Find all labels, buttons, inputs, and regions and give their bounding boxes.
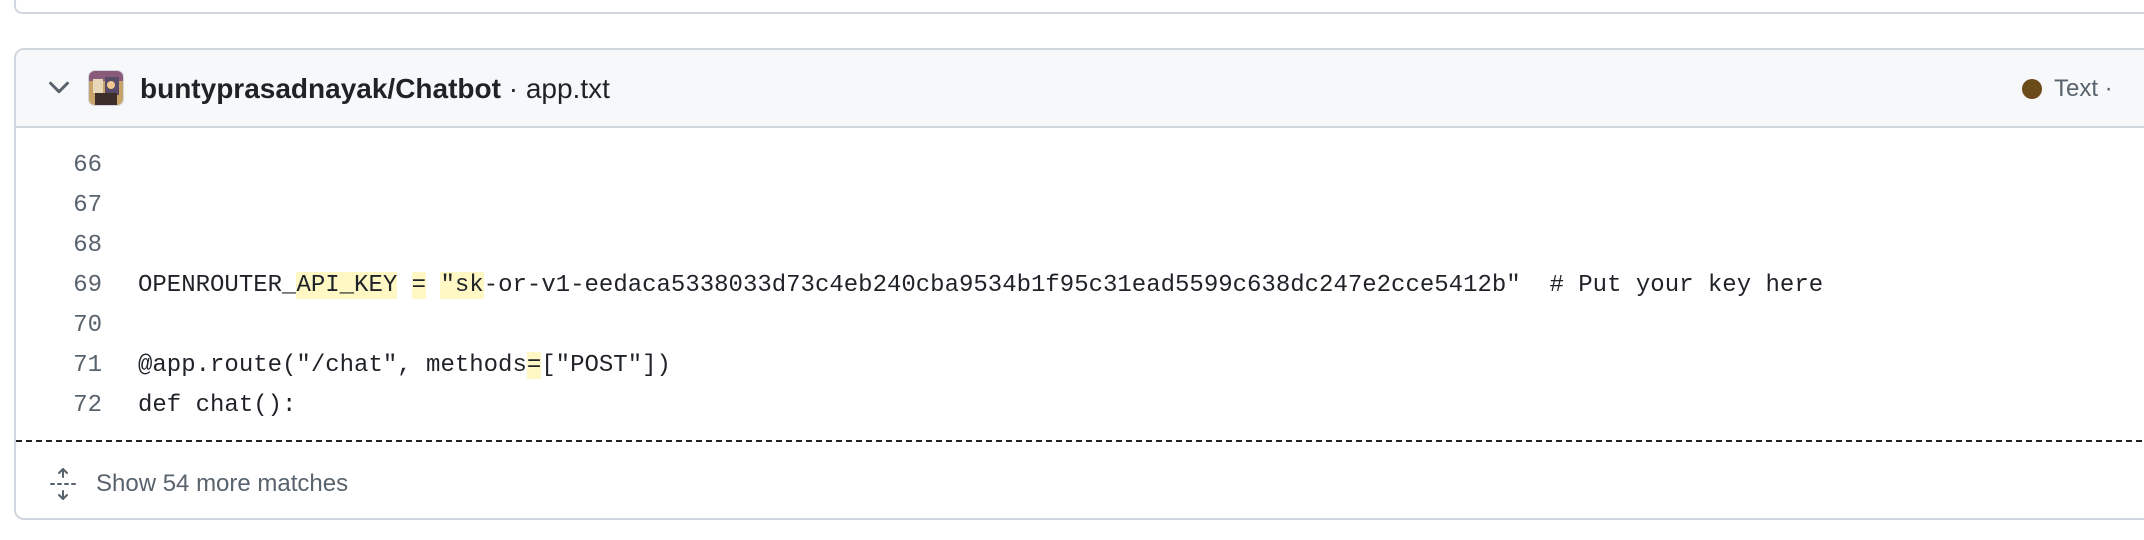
code-line: 66 [16,146,2144,186]
line-number[interactable]: 66 [40,146,102,186]
result-title: buntyprasadnayak/Chatbot · app.txt [140,73,610,105]
code-line: 69 OPENROUTER_API_KEY = "sk-or-v1-eedaca5… [16,266,2144,306]
match-highlight: = [411,272,427,299]
language-color-dot [2022,79,2042,99]
title-separator: · [500,73,526,104]
file-link[interactable]: app.txt [526,73,610,104]
line-number[interactable]: 70 [40,306,102,346]
code-line: 70 [16,306,2144,346]
language-trailing: · [2098,75,2113,102]
code-line: 71 @app.route("/chat", methods=["POST"]) [16,346,2144,386]
previous-result-card [14,0,2144,14]
line-number[interactable]: 69 [40,266,102,306]
search-result-card: buntyprasadnayak/Chatbot · app.txt Text … [14,48,2144,520]
unfold-icon [50,468,76,500]
match-highlight: API_KEY [296,272,398,299]
snippet-divider [16,440,2144,442]
line-number[interactable]: 71 [40,346,102,386]
match-highlight: = [526,352,542,379]
code-line: 68 [16,226,2144,266]
code-line: 72 def chat(): [16,386,2144,426]
code-text: @app.route("/chat", methods [138,352,527,379]
language-label: Text · [2022,74,2113,104]
show-more-matches-button[interactable]: Show 54 more matches [48,464,348,504]
code-text: OPENROUTER_ [138,272,297,299]
language-name: Text [2054,75,2099,102]
result-header: buntyprasadnayak/Chatbot · app.txt Text … [16,50,2144,128]
line-number[interactable]: 72 [40,386,102,426]
line-content: def chat(): [138,386,296,426]
line-content: OPENROUTER_API_KEY = "sk-or-v1-eedaca533… [138,266,1823,306]
code-snippet: 66 67 68 69 OPENROUTER_API_KEY = "sk-or-v1-e… [16,146,2144,426]
match-highlight: "sk [440,272,484,299]
show-more-matches-label: Show 54 more matches [96,470,349,497]
line-number[interactable]: 68 [40,226,102,266]
repo-link[interactable]: buntyprasadnayak/Chatbot [140,73,501,104]
code-text: -or-v1-eedaca5338033d73c4eb240cba9534b1f… [483,272,1824,299]
avatar[interactable] [88,70,124,106]
code-line: 67 [16,186,2144,226]
code-text: ["POST"]) [541,352,671,379]
line-content: @app.route("/chat", methods=["POST"]) [138,346,671,386]
line-number[interactable]: 67 [40,186,102,226]
chevron-down-icon[interactable] [44,72,74,102]
code-text: def chat(): [138,392,297,419]
